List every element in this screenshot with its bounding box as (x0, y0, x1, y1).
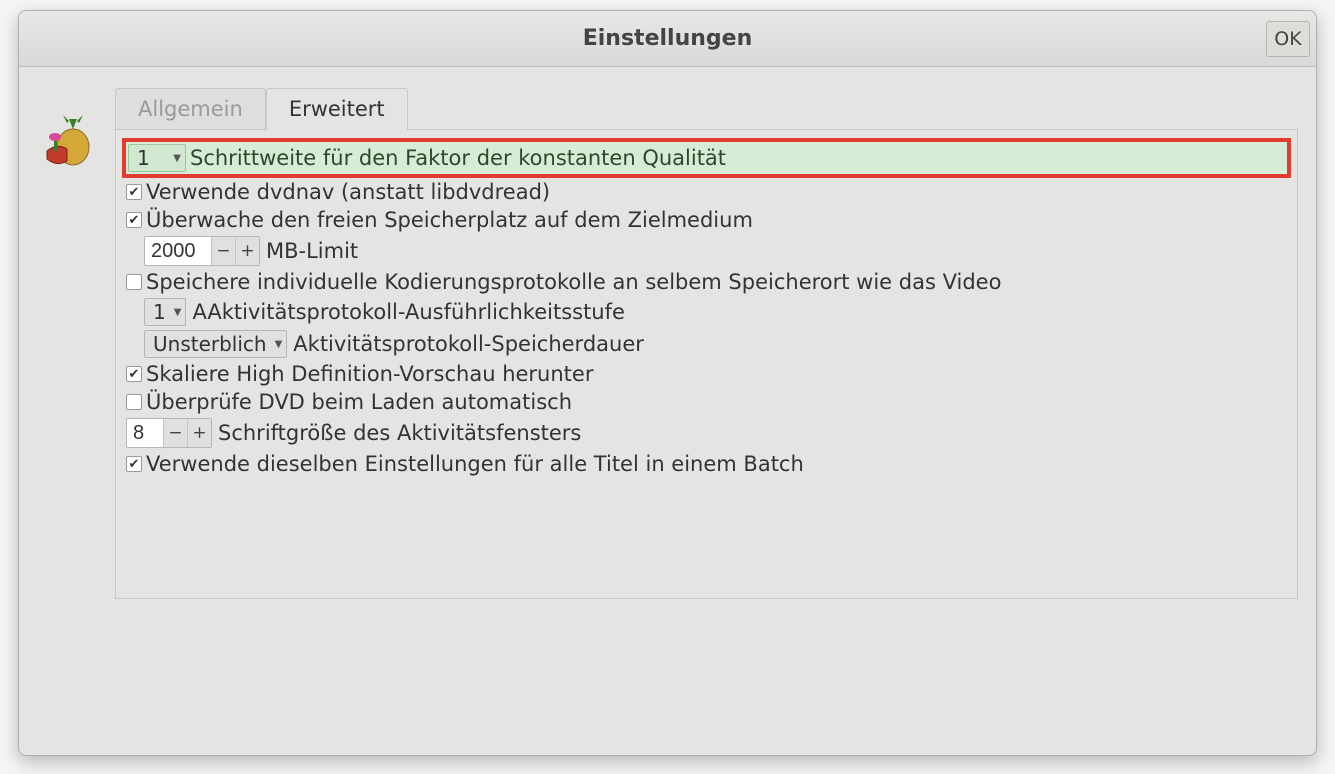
scale-hd-checkbox[interactable]: ✔ (126, 366, 142, 382)
log-retention-dropdown[interactable]: Unsterblich ▼ (144, 330, 287, 358)
mb-limit-spinner: − + (144, 236, 260, 266)
font-size-label: Schriftgröße des Aktivitätsfensters (218, 421, 581, 445)
font-size-row: − + Schriftgröße des Aktivitätsfensters (126, 418, 1287, 448)
icon-column (35, 85, 115, 737)
monitor-space-row: ✔ Überwache den freien Speicherplatz auf… (126, 208, 1287, 232)
ok-button[interactable]: OK (1266, 21, 1310, 57)
scale-hd-label: Skaliere High Definition-Vorschau herunt… (146, 362, 593, 386)
use-dvdnav-checkbox[interactable]: ✔ (126, 184, 142, 200)
mb-limit-plus[interactable]: + (235, 237, 259, 265)
same-settings-label: Verwende dieselben Einstellungen für all… (146, 452, 804, 476)
preferences-window: Einstellungen OK Allgemein Erweitert (18, 10, 1317, 756)
chevron-down-icon: ▼ (275, 339, 283, 350)
mb-limit-row: − + MB-Limit (144, 236, 1287, 266)
quality-step-dropdown[interactable]: 1 ▼ (128, 144, 186, 172)
log-verbosity-label: AAktivitätsprotokoll-Ausführlichkeitsstu… (192, 300, 625, 324)
log-retention-row: Unsterblich ▼ Aktivitätsprotokoll-Speich… (144, 330, 1287, 358)
font-size-spinner: − + (126, 418, 212, 448)
log-verbosity-row: 1 ▼ AAktivitätsprotokoll-Ausführlichkeit… (144, 298, 1287, 326)
store-logs-row: Speichere individuelle Kodierungsprotoko… (126, 270, 1287, 294)
same-settings-row: ✔ Verwende dieselben Einstellungen für a… (126, 452, 1287, 476)
chevron-down-icon: ▼ (173, 153, 181, 164)
store-logs-label: Speichere individuelle Kodierungsprotoko… (146, 270, 1001, 294)
tab-bar: Allgemein Erweitert (115, 85, 1298, 129)
main-column: Allgemein Erweitert 1 ▼ Schrittweite für… (115, 85, 1298, 737)
log-verbosity-dropdown[interactable]: 1 ▼ (144, 298, 186, 326)
use-dvdnav-label: Verwende dvdnav (anstatt libdvdread) (146, 180, 550, 204)
log-retention-value: Unsterblich (153, 332, 267, 356)
mb-limit-minus[interactable]: − (211, 237, 235, 265)
font-size-input[interactable] (127, 419, 163, 447)
font-size-minus[interactable]: − (163, 419, 187, 447)
check-dvd-checkbox[interactable] (126, 394, 142, 410)
quality-step-label: Schrittweite für den Faktor der konstant… (186, 146, 730, 170)
monitor-space-checkbox[interactable]: ✔ (126, 212, 142, 228)
mb-limit-label: MB-Limit (266, 239, 358, 263)
quality-step-value: 1 (137, 146, 150, 170)
tab-general[interactable]: Allgemein (115, 88, 266, 129)
chevron-down-icon: ▼ (174, 307, 182, 318)
app-icon (35, 107, 95, 167)
same-settings-checkbox[interactable]: ✔ (126, 456, 142, 472)
monitor-space-label: Überwache den freien Speicherplatz auf d… (146, 208, 753, 232)
window-body: Allgemein Erweitert 1 ▼ Schrittweite für… (19, 67, 1316, 755)
tab-advanced[interactable]: Erweitert (266, 88, 408, 129)
font-size-plus[interactable]: + (187, 419, 211, 447)
tab-panel: 1 ▼ Schrittweite für den Faktor der kons… (115, 129, 1298, 599)
scale-hd-row: ✔ Skaliere High Definition-Vorschau heru… (126, 362, 1287, 386)
check-dvd-label: Überprüfe DVD beim Laden automatisch (146, 390, 572, 414)
check-dvd-row: Überprüfe DVD beim Laden automatisch (126, 390, 1287, 414)
store-logs-checkbox[interactable] (126, 274, 142, 290)
mb-limit-input[interactable] (145, 237, 211, 265)
log-verbosity-value: 1 (153, 300, 166, 324)
log-retention-label: Aktivitätsprotokoll-Speicherdauer (293, 332, 644, 356)
window-title: Einstellungen (583, 26, 753, 51)
titlebar: Einstellungen OK (19, 11, 1316, 67)
quality-step-row: 1 ▼ Schrittweite für den Faktor der kons… (126, 142, 1287, 174)
use-dvdnav-row: ✔ Verwende dvdnav (anstatt libdvdread) (126, 180, 1287, 204)
